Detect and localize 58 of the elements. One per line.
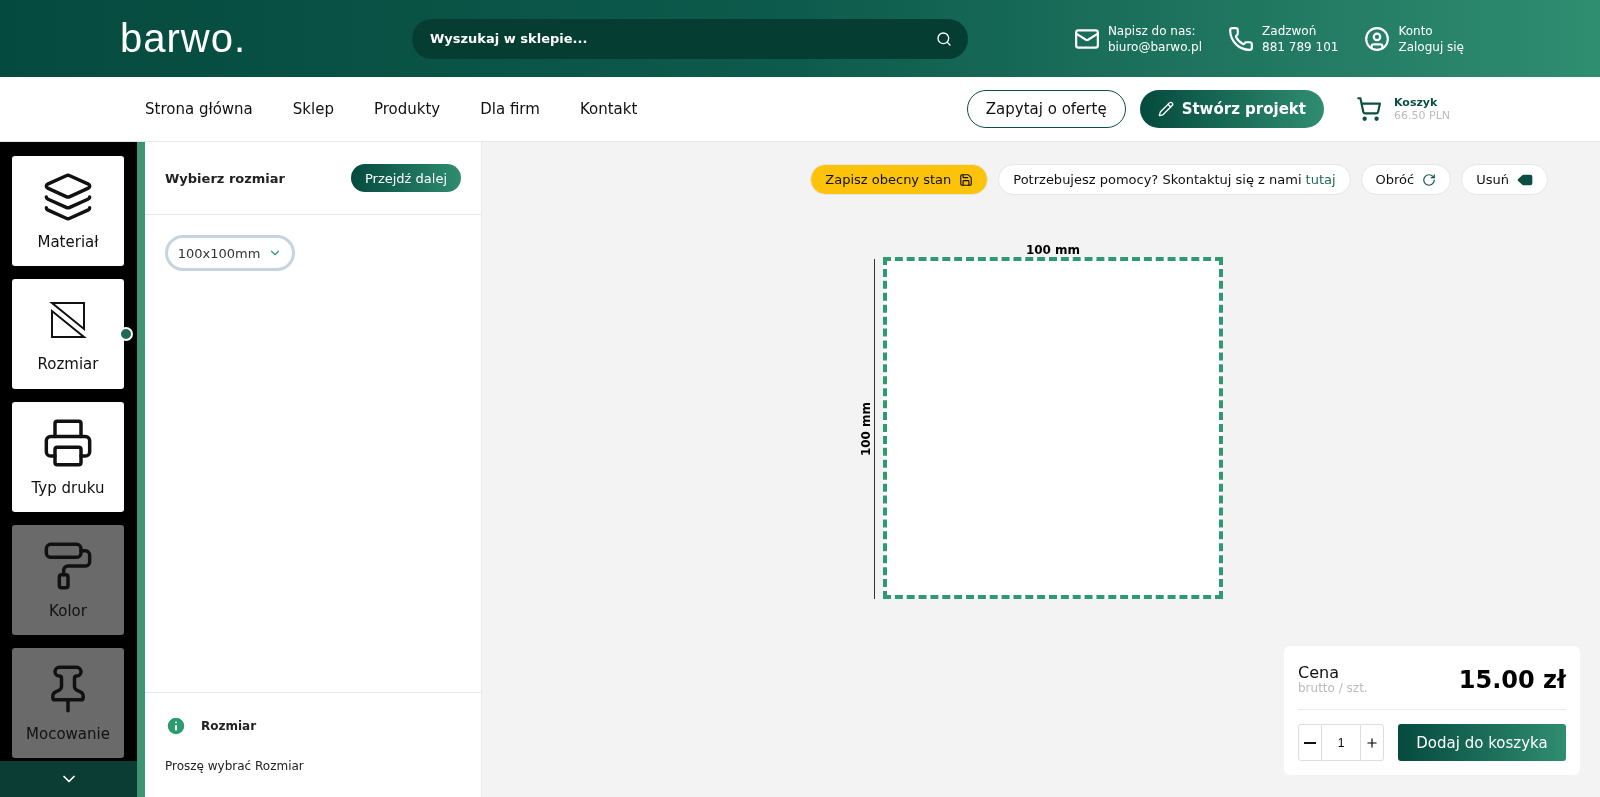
printer-icon [42, 417, 94, 469]
plus-icon [1365, 735, 1379, 750]
nav-link[interactable]: Strona główna [145, 100, 253, 118]
user-icon [1364, 25, 1391, 52]
nav-link[interactable]: Dla firm [480, 100, 540, 118]
pencil-icon [1157, 101, 1174, 117]
panel-title: Wybierz rozmiar [165, 170, 285, 186]
design-area[interactable] [883, 257, 1223, 599]
contact-label: Zadzwoń [1262, 22, 1318, 39]
nav-link[interactable]: Sklep [292, 100, 334, 118]
contact-link[interactable]: biuro@barwo.pl [1107, 38, 1203, 55]
add-to-cart-button[interactable]: Dodaj do koszyka [1398, 724, 1566, 761]
contact-link[interactable]: Zaloguj się [1398, 38, 1464, 55]
rotate-button[interactable]: Obróć [1360, 164, 1452, 195]
delete-button[interactable]: Usuń [1461, 164, 1548, 195]
nav-link[interactable]: Produkty [373, 100, 441, 118]
request-quote-button[interactable]: Zapytaj o ofertę [966, 90, 1126, 128]
step-label: Mocowanie [26, 725, 110, 743]
contact-label: Napisz do nas: [1107, 22, 1197, 39]
price-label: Cena [1298, 664, 1340, 681]
cart-label[interactable]: Koszyk [1394, 96, 1450, 109]
cart-total: 66.50 PLN [1394, 109, 1450, 122]
price-value: 15.00 zł [1458, 665, 1566, 694]
step-label: Materiał [37, 233, 99, 251]
layers-icon [42, 171, 94, 223]
step-label: Typ druku [31, 479, 105, 497]
quantity-field[interactable]: 1 [1322, 724, 1360, 761]
help-text: Potrzebujesz pomocy? Skontaktuj się z nami [1013, 172, 1302, 187]
help-link[interactable]: tutaj [1305, 172, 1336, 187]
create-project-button[interactable]: Stwórz projekt [1139, 90, 1324, 128]
nav-link[interactable]: Kontakt [579, 100, 638, 118]
search-field[interactable]: Wyszukaj w sklepie... [412, 18, 968, 59]
info-icon [165, 715, 187, 737]
step-label: Rozmiar [37, 355, 99, 373]
phone-icon [1228, 25, 1255, 52]
paint-roller-icon [42, 540, 94, 592]
search-icon[interactable] [936, 30, 952, 47]
logo[interactable]: barwo. [120, 16, 412, 61]
rotate-icon [1422, 172, 1437, 187]
step-tile[interactable]: Rozmiar [12, 279, 124, 389]
save-state-button[interactable]: Zapisz obecny stan [810, 164, 989, 195]
info-title: Rozmiar [201, 719, 257, 733]
price-sublabel: brutto / szt. [1298, 681, 1368, 695]
size-select[interactable]: 100x100mm [165, 235, 295, 271]
minus-icon [1304, 741, 1316, 744]
contact-link[interactable]: 881 789 101 [1262, 38, 1339, 55]
step-tile[interactable]: Typ druku [12, 402, 124, 512]
step-label: Kolor [49, 602, 87, 620]
save-icon [959, 172, 974, 187]
decrease-button[interactable] [1298, 724, 1322, 761]
cart-icon[interactable] [1356, 96, 1382, 122]
scrollbar[interactable] [137, 142, 145, 797]
info-text: Proszę wybrać Rozmiar [165, 759, 305, 773]
contact-label: Konto [1398, 22, 1434, 39]
height-dimension: 100 mm [859, 401, 874, 457]
step-tile[interactable]: Materiał [12, 156, 124, 266]
next-button[interactable]: Przejdź dalej [350, 164, 461, 192]
increase-button[interactable] [1360, 724, 1384, 761]
